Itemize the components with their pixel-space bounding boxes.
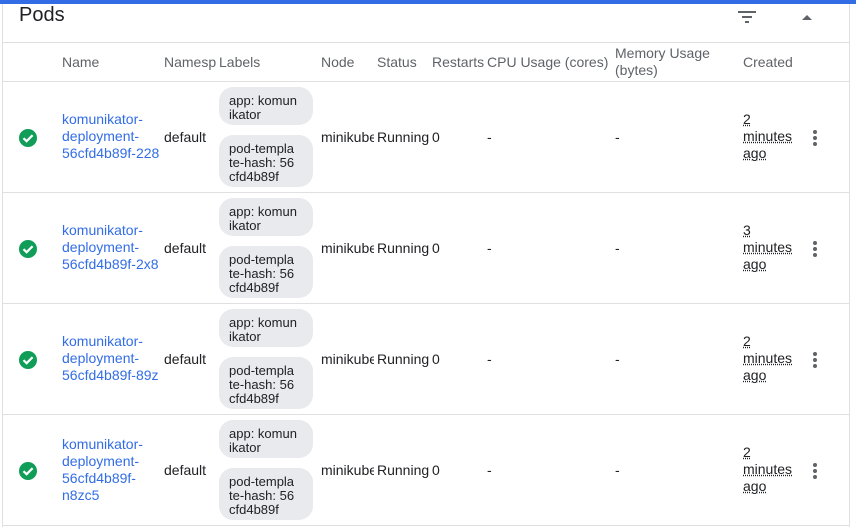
check-circle-icon bbox=[19, 462, 37, 480]
status-cell: Running bbox=[377, 351, 430, 367]
namespace-cell: default bbox=[164, 240, 207, 256]
pod-name-link[interactable]: komunikator- deployment- 56cfd4b89f-2x8 bbox=[62, 222, 162, 273]
restarts-cell: 0 bbox=[432, 351, 440, 367]
cpu-cell: - bbox=[487, 462, 492, 478]
status-cell: Running bbox=[377, 129, 430, 145]
node-cell[interactable]: minikube bbox=[321, 129, 374, 146]
table-header: Name Namesp Labels Node Status Restarts … bbox=[3, 42, 849, 82]
status-cell: Running bbox=[377, 462, 430, 478]
created-cell: 3 minutes ago bbox=[743, 222, 792, 273]
created-time: 3 minutes ago bbox=[743, 222, 793, 272]
column-labels: Labels bbox=[219, 54, 261, 70]
column-memory: Memory Usage (bytes) bbox=[615, 45, 710, 79]
memory-cell: - bbox=[615, 129, 620, 145]
more-vert-icon[interactable] bbox=[805, 350, 825, 370]
cpu-cell: - bbox=[487, 129, 492, 145]
more-vert-icon[interactable] bbox=[805, 239, 825, 259]
memory-cell: - bbox=[615, 240, 620, 256]
collapse-icon[interactable] bbox=[797, 8, 817, 28]
pods-card: Pods Name Namesp Labels Node Status Rest… bbox=[2, 4, 850, 527]
card-header: Pods bbox=[3, 4, 849, 42]
pod-name-link[interactable]: komunikator- deployment- 56cfd4b89f- n8z… bbox=[62, 436, 162, 504]
namespace-cell: default bbox=[164, 462, 207, 478]
column-memory-line1: Memory Usage bbox=[615, 45, 710, 61]
created-cell: 2 minutes ago bbox=[743, 333, 792, 384]
table-row: komunikator- deployment- 56cfd4b89f-2x8 … bbox=[3, 193, 849, 304]
column-status[interactable]: Status bbox=[377, 54, 417, 71]
column-memory-line2: (bytes) bbox=[615, 62, 658, 78]
memory-cell: - bbox=[615, 462, 620, 478]
column-cpu: CPU Usage (cores) bbox=[487, 54, 609, 70]
namespace-cell: default bbox=[164, 351, 207, 367]
created-time: 2 minutes ago bbox=[743, 444, 793, 494]
more-vert-icon[interactable] bbox=[805, 461, 825, 481]
column-created[interactable]: Created bbox=[743, 54, 793, 71]
table-row: komunikator- deployment- 56cfd4b89f-89z … bbox=[3, 304, 849, 415]
label-chip: app: komun ikator bbox=[219, 198, 313, 236]
label-chip: pod-templa te-hash: 56 cfd4b89f bbox=[219, 468, 313, 520]
label-chip: pod-templa te-hash: 56 cfd4b89f bbox=[219, 135, 313, 187]
status-cell: Running bbox=[377, 240, 430, 256]
label-chip: app: komun ikator bbox=[219, 420, 313, 458]
created-time: 2 minutes ago bbox=[743, 111, 793, 161]
check-circle-icon bbox=[19, 240, 37, 258]
namespace-cell: default bbox=[164, 129, 207, 145]
node-cell[interactable]: minikube bbox=[321, 462, 374, 479]
pod-name-link[interactable]: komunikator- deployment- 56cfd4b89f-228 bbox=[62, 111, 162, 162]
restarts-cell: 0 bbox=[432, 240, 440, 256]
created-cell: 2 minutes ago bbox=[743, 111, 792, 162]
column-restarts[interactable]: Restarts bbox=[432, 54, 485, 71]
label-chip: pod-templa te-hash: 56 cfd4b89f bbox=[219, 246, 313, 298]
more-vert-icon[interactable] bbox=[805, 128, 825, 148]
created-time: 2 minutes ago bbox=[743, 333, 793, 383]
table-row: komunikator- deployment- 56cfd4b89f- n8z… bbox=[3, 415, 849, 526]
column-node[interactable]: Node bbox=[321, 54, 354, 71]
created-cell: 2 minutes ago bbox=[743, 444, 792, 495]
column-namespace[interactable]: Namesp bbox=[164, 54, 216, 71]
node-cell[interactable]: minikube bbox=[321, 351, 374, 368]
cpu-cell: - bbox=[487, 351, 492, 367]
check-circle-icon bbox=[19, 129, 37, 147]
column-name[interactable]: Name bbox=[62, 54, 99, 71]
label-chip: pod-templa te-hash: 56 cfd4b89f bbox=[219, 357, 313, 409]
card-title: Pods bbox=[19, 4, 65, 26]
check-circle-icon bbox=[19, 351, 37, 369]
cpu-cell: - bbox=[487, 240, 492, 256]
label-chip: app: komun ikator bbox=[219, 87, 313, 125]
label-chip: app: komun ikator bbox=[219, 309, 313, 347]
restarts-cell: 0 bbox=[432, 129, 440, 145]
node-cell[interactable]: minikube bbox=[321, 240, 374, 257]
table-row: komunikator- deployment- 56cfd4b89f-228 … bbox=[3, 82, 849, 193]
filter-icon[interactable] bbox=[736, 7, 758, 27]
pod-name-link[interactable]: komunikator- deployment- 56cfd4b89f-89z bbox=[62, 333, 162, 384]
memory-cell: - bbox=[615, 351, 620, 367]
restarts-cell: 0 bbox=[432, 462, 440, 478]
